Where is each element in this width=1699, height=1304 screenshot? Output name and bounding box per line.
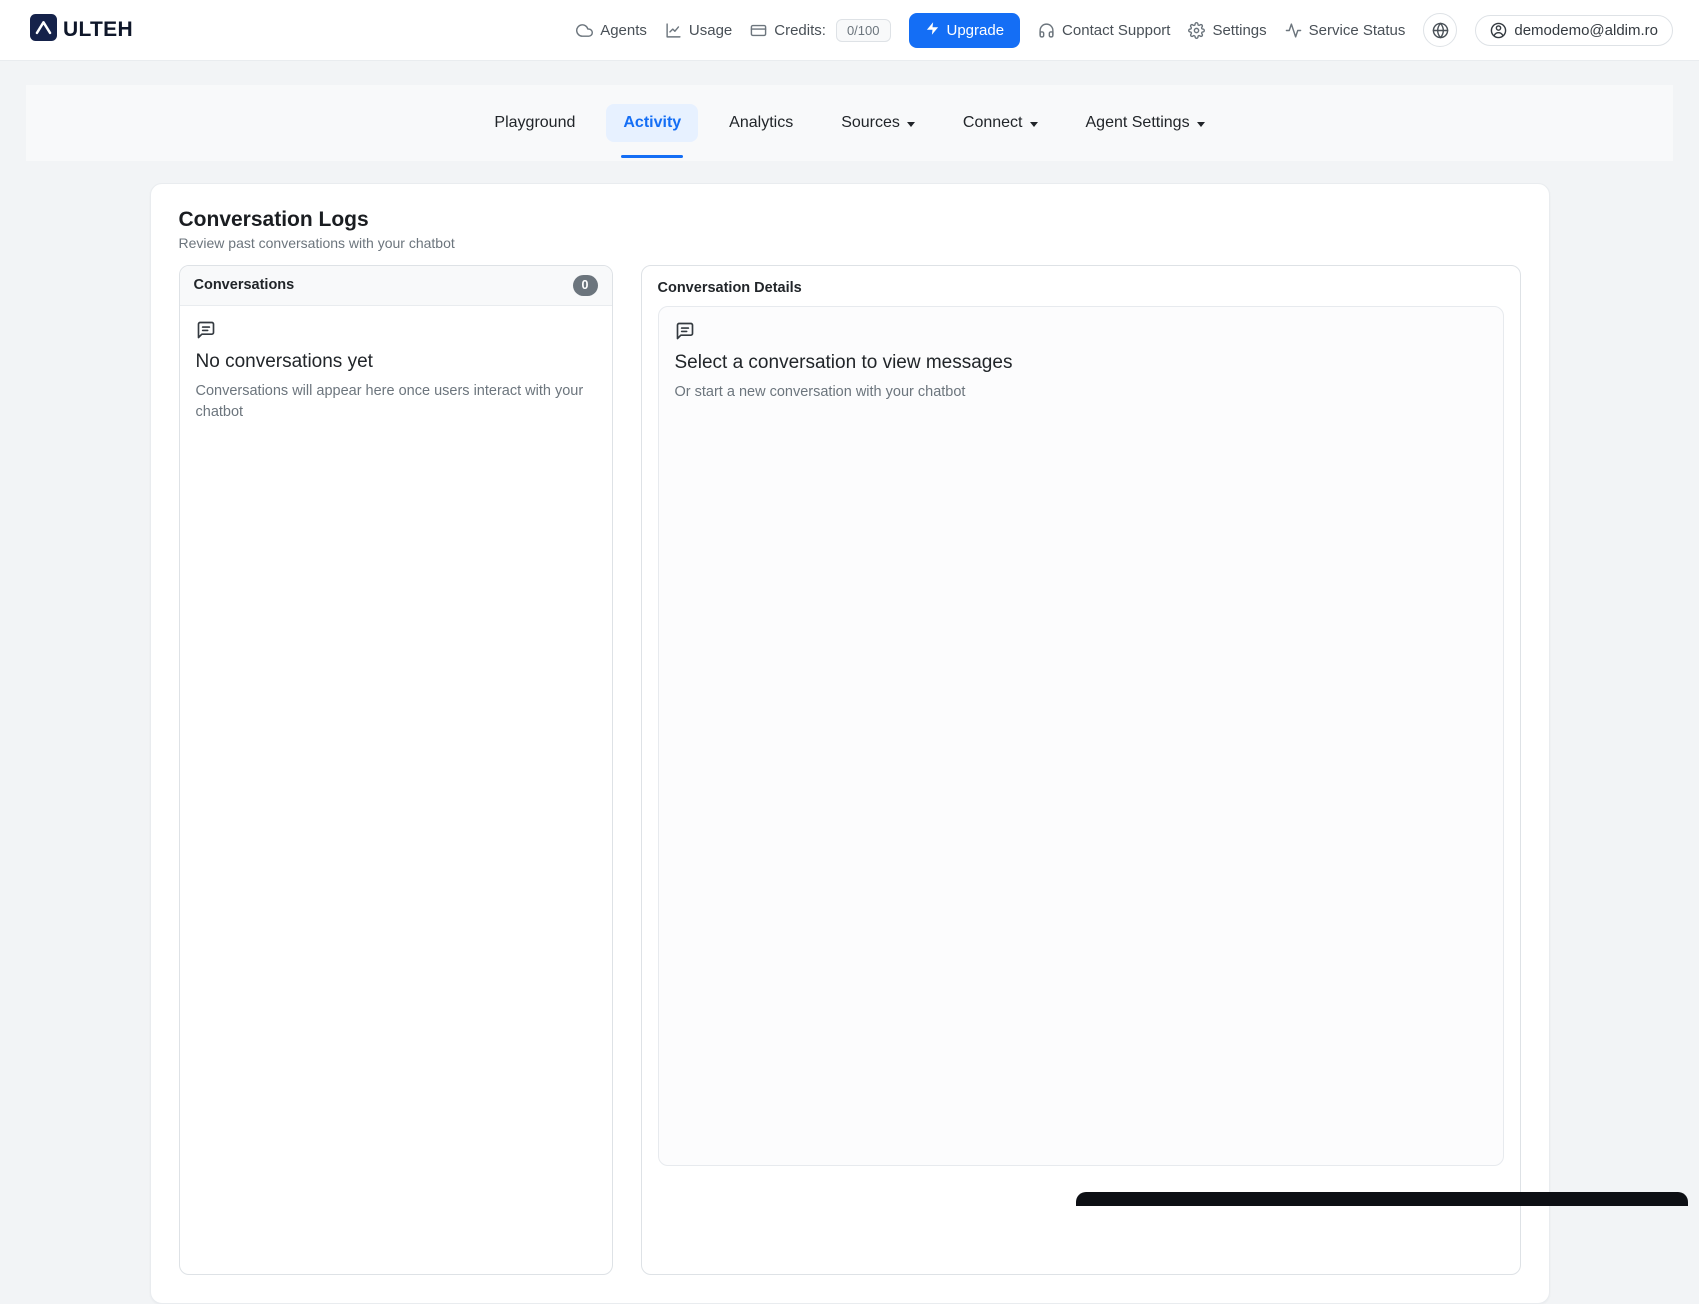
user-email: demodemo@aldim.ro (1514, 22, 1658, 39)
details-empty-title: Select a conversation to view messages (675, 352, 1487, 374)
lightning-icon (925, 21, 940, 40)
conversation-logs-card: Conversation Logs Review past conversati… (150, 183, 1550, 1304)
tab-label: Agent Settings (1086, 114, 1190, 132)
conversations-count-badge: 0 (573, 275, 598, 296)
conversations-empty-description: Conversations will appear here once user… (196, 381, 596, 423)
nav-credits[interactable]: Credits: 0/100 (750, 19, 890, 42)
tab-connect[interactable]: Connect (946, 104, 1055, 142)
nav-agents-label: Agents (600, 22, 647, 39)
user-icon (1490, 22, 1507, 39)
message-icon (675, 321, 695, 341)
tab-label: Playground (494, 114, 575, 132)
upgrade-button[interactable]: Upgrade (909, 13, 1021, 48)
nav-usage[interactable]: Usage (665, 22, 732, 39)
tab-bar: Playground Activity Analytics Sources Co… (26, 85, 1673, 161)
app-header: ULTEH Agents Usage Credits: 0/100 (0, 0, 1699, 61)
brand-logo-icon (30, 14, 57, 46)
conversations-empty-title: No conversations yet (196, 351, 596, 373)
nav-settings[interactable]: Settings (1188, 22, 1266, 39)
details-empty-description: Or start a new conversation with your ch… (675, 382, 1075, 403)
brand-name: ULTEH (63, 18, 133, 42)
globe-icon (1432, 22, 1449, 39)
nav-service-status[interactable]: Service Status (1285, 22, 1406, 39)
tab-label: Sources (841, 114, 900, 132)
credit-card-icon (750, 22, 767, 39)
conversations-panel-header: Conversations 0 (180, 266, 612, 306)
tab-activity[interactable]: Activity (606, 104, 698, 142)
line-chart-icon (665, 22, 682, 39)
chat-widget-bar[interactable] (1076, 1192, 1688, 1206)
nav-service-status-label: Service Status (1309, 22, 1406, 39)
conversation-details-title: Conversation Details (658, 280, 1504, 296)
cloud-icon (576, 22, 593, 39)
page-title: Conversation Logs (179, 208, 1521, 231)
tab-playground[interactable]: Playground (477, 104, 592, 142)
conversations-title: Conversations (194, 277, 295, 293)
tab-agent-settings[interactable]: Agent Settings (1069, 104, 1222, 142)
headset-icon (1038, 22, 1055, 39)
tab-label: Activity (623, 114, 681, 132)
page-subtitle: Review past conversations with your chat… (179, 235, 1521, 251)
header-nav: Agents Usage Credits: 0/100 Upgrade (576, 13, 1673, 48)
nav-usage-label: Usage (689, 22, 732, 39)
tab-label: Connect (963, 114, 1023, 132)
chevron-down-icon (907, 122, 915, 127)
conversations-empty-state: No conversations yet Conversations will … (180, 306, 612, 437)
tab-sources[interactable]: Sources (824, 104, 932, 142)
message-icon (196, 320, 216, 340)
user-menu[interactable]: demodemo@aldim.ro (1475, 15, 1673, 46)
upgrade-label: Upgrade (947, 22, 1005, 39)
nav-contact-support[interactable]: Contact Support (1038, 22, 1170, 39)
brand[interactable]: ULTEH (30, 14, 133, 46)
tab-label: Analytics (729, 114, 793, 132)
conversations-panel: Conversations 0 No conversations yet Con… (179, 265, 613, 1275)
chevron-down-icon (1197, 122, 1205, 127)
details-empty-state: Select a conversation to view messages O… (658, 306, 1504, 1166)
activity-icon (1285, 22, 1302, 39)
nav-settings-label: Settings (1212, 22, 1266, 39)
nav-agents[interactable]: Agents (576, 22, 647, 39)
nav-credits-label: Credits: (774, 22, 826, 39)
nav-contact-support-label: Contact Support (1062, 22, 1170, 39)
credits-badge: 0/100 (836, 19, 891, 42)
language-button[interactable] (1423, 13, 1457, 47)
panels: Conversations 0 No conversations yet Con… (179, 265, 1521, 1275)
tab-analytics[interactable]: Analytics (712, 104, 810, 142)
conversation-details-panel: Conversation Details Select a conversati… (641, 265, 1521, 1275)
gear-icon (1188, 22, 1205, 39)
chevron-down-icon (1030, 122, 1038, 127)
